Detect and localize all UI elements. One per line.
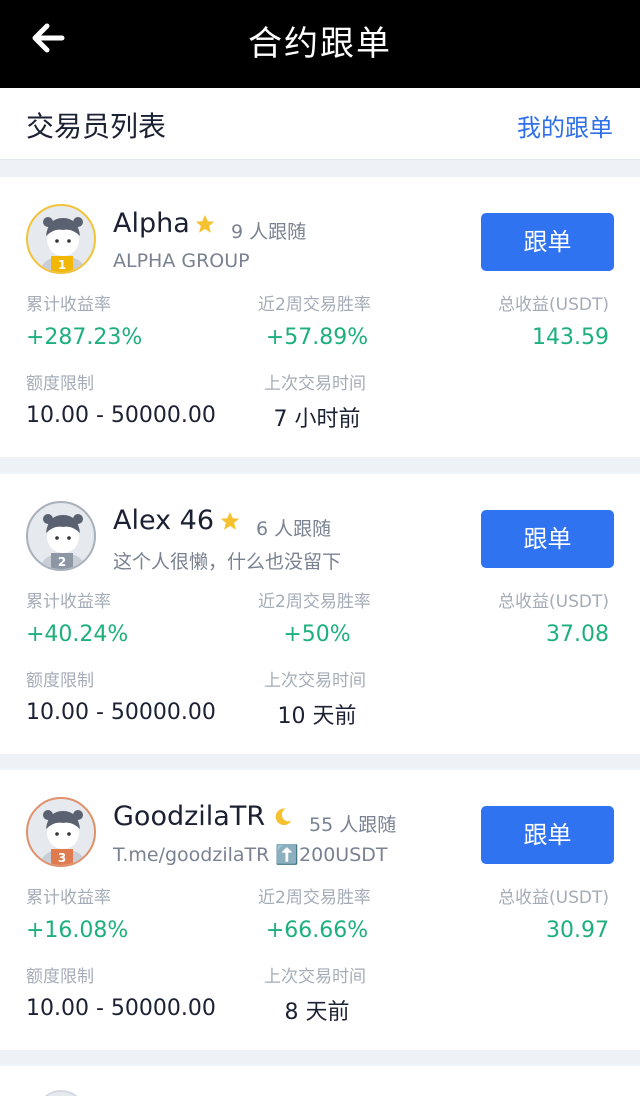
avatar: 3	[26, 797, 96, 867]
page-title: 合约跟单	[248, 24, 392, 64]
follower-count: 6 人跟随	[256, 518, 332, 540]
win-rate-value: +50%	[283, 622, 351, 647]
follower-count: 9 人跟随	[231, 221, 307, 243]
follow-button[interactable]: 跟单	[481, 213, 614, 271]
last-trade-label: 上次交易时间	[264, 374, 366, 394]
cumulative-return-label: 累计收益率	[26, 592, 111, 612]
win-rate-label: 近2周交易胜率	[258, 295, 371, 315]
avatar: 1	[26, 204, 96, 274]
trader-name: GoodzilaTR	[113, 801, 266, 832]
trader-name: Alpha	[113, 208, 190, 239]
section-title: 交易员列表	[26, 110, 167, 143]
avatar	[36, 1090, 86, 1096]
my-follow-link[interactable]: 我的跟单	[517, 108, 613, 143]
star-icon	[195, 214, 215, 233]
win-rate-label: 近2周交易胜率	[258, 592, 371, 612]
follow-button[interactable]: 跟单	[481, 510, 614, 568]
trader-card[interactable]: 3 GoodzilaTR 55 人跟随 T.me/goodzilaTR ⬆️20…	[0, 770, 640, 1050]
rank-medal: 2	[51, 553, 73, 569]
total-profit-value: 37.08	[546, 622, 609, 647]
section-header: 交易员列表 我的跟单	[0, 88, 640, 160]
win-rate-value: +66.66%	[265, 918, 369, 943]
limit-value: 10.00 - 50000.00	[26, 700, 216, 725]
moon-icon	[275, 808, 292, 826]
total-profit-label: 总收益(USDT)	[498, 295, 609, 315]
trader-bio: T.me/goodzilaTR ⬆️200USDT	[113, 844, 388, 866]
trader-bio: ALPHA GROUP	[113, 250, 250, 272]
trader-name: Alex 46	[113, 505, 215, 536]
star-icon	[220, 511, 240, 530]
total-profit-value: 143.59	[532, 325, 609, 350]
last-trade-value: 7 小时前	[273, 407, 361, 432]
follower-count: 55 人跟随	[309, 814, 397, 836]
last-trade-value: 10 天前	[277, 704, 357, 729]
limit-value: 10.00 - 50000.00	[26, 403, 216, 428]
last-trade-label: 上次交易时间	[264, 671, 366, 691]
rank-medal: 1	[51, 256, 73, 272]
cumulative-return-value: +287.23%	[26, 325, 143, 350]
trader-card-partial[interactable]	[0, 1066, 640, 1096]
trader-card[interactable]: 2 Alex 46 6 人跟随 这个人很懒，什么也没留下 跟单 累计收益率 近2…	[0, 474, 640, 754]
total-profit-label: 总收益(USDT)	[498, 592, 609, 612]
win-rate-label: 近2周交易胜率	[258, 888, 371, 908]
limit-label: 额度限制	[26, 967, 94, 987]
limit-label: 额度限制	[26, 374, 94, 394]
last-trade-value: 8 天前	[284, 1000, 350, 1025]
last-trade-label: 上次交易时间	[264, 967, 366, 987]
cumulative-return-value: +40.24%	[26, 622, 129, 647]
limit-value: 10.00 - 50000.00	[26, 996, 216, 1021]
follow-button[interactable]: 跟单	[481, 806, 614, 864]
cumulative-return-label: 累计收益率	[26, 888, 111, 908]
top-nav-bar: 合约跟单	[0, 0, 640, 88]
cumulative-return-value: +16.08%	[26, 918, 129, 943]
win-rate-value: +57.89%	[265, 325, 369, 350]
rank-medal: 3	[51, 849, 73, 865]
trader-bio: 这个人很懒，什么也没留下	[113, 551, 342, 573]
trader-card[interactable]: 1 Alpha 9 人跟随 ALPHA GROUP 跟单 累计收益率 近2周交易…	[0, 177, 640, 457]
avatar: 2	[26, 501, 96, 571]
total-profit-label: 总收益(USDT)	[498, 888, 609, 908]
cumulative-return-label: 累计收益率	[26, 295, 111, 315]
total-profit-value: 30.97	[546, 918, 609, 943]
limit-label: 额度限制	[26, 671, 94, 691]
